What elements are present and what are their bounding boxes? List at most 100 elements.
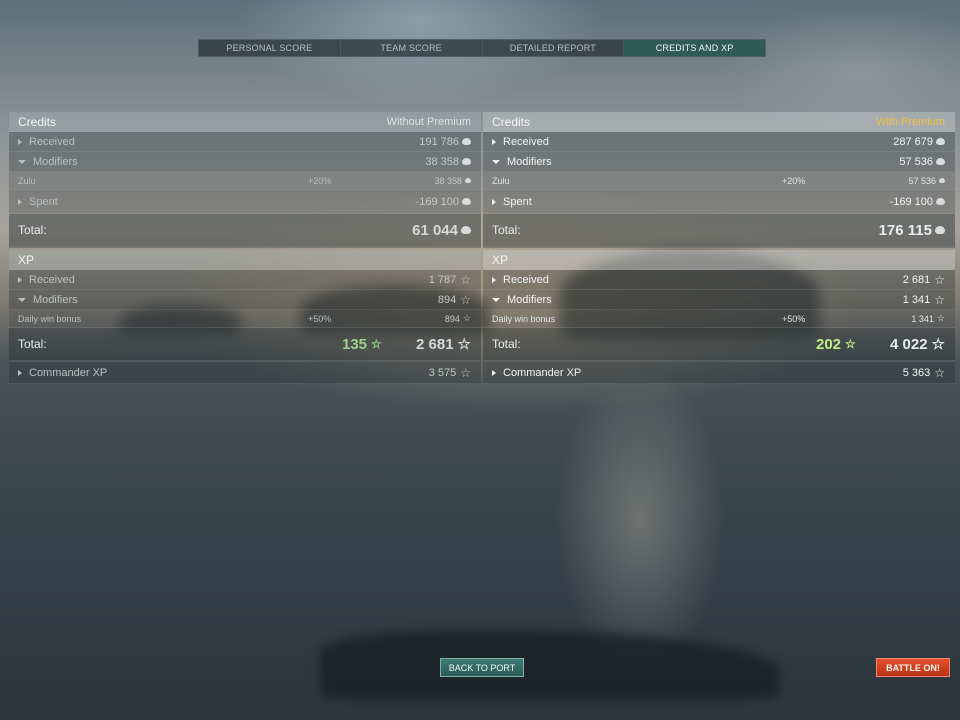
arrow-right-icon: [18, 369, 22, 376]
star-icon: ☆: [460, 365, 471, 380]
star-icon: ☆: [936, 313, 945, 323]
xp-received-value: 2 681: [902, 273, 931, 286]
received-label: Received: [29, 135, 75, 148]
arrow-right-icon: [18, 276, 22, 283]
xp-modifier-detail-row: Daily win bonus +50% 1 341 ☆: [483, 310, 955, 328]
xp-received-row[interactable]: Received 2 681 ☆: [483, 270, 955, 290]
commander-xp-row[interactable]: Commander XP 3 575 ☆: [9, 362, 481, 384]
modifier-detail-value: 1 341: [911, 313, 934, 324]
premium-mode-label: Without Premium: [386, 115, 471, 128]
credits-total-row: Total: 61 044: [9, 214, 481, 248]
spent-label: Spent: [29, 195, 58, 208]
xp-modifiers-value: 1 341: [902, 293, 931, 306]
modifier-detail-value: 38 358: [434, 175, 462, 186]
credits-received-row[interactable]: Received 191 786: [9, 132, 481, 152]
tab-personal-score[interactable]: PERSONAL SCORE: [199, 40, 341, 56]
credits-modifiers-row[interactable]: Modifiers 57 536: [483, 152, 955, 172]
credit-icon: [936, 198, 945, 205]
xp-modifiers-row[interactable]: Modifiers 894 ☆: [9, 290, 481, 310]
credits-spent-value: -169 100: [889, 195, 933, 208]
xp-header: XP: [483, 250, 955, 270]
commander-xp-value: 5 363: [902, 366, 931, 379]
tab-team-score[interactable]: TEAM SCORE: [341, 40, 483, 56]
arrow-right-icon: [18, 198, 22, 205]
xp-total-row: Total: 202 ☆ 4 022 ☆: [483, 328, 955, 362]
xp-title: XP: [492, 252, 509, 267]
modifier-percent: +50%: [308, 313, 332, 324]
credits-modifiers-value: 38 358: [425, 155, 459, 168]
modifier-source-label: Daily win bonus: [18, 313, 82, 324]
xp-total-row: Total: 135 ☆ 2 681 ☆: [9, 328, 481, 362]
star-icon: ☆: [457, 335, 471, 353]
arrow-right-icon: [18, 138, 22, 145]
credit-icon: [936, 158, 945, 165]
credits-header: Credits With Premium: [483, 112, 955, 132]
credits-title: Credits: [492, 114, 531, 129]
ship-silhouette: [320, 630, 780, 700]
credits-header: Credits Without Premium: [9, 112, 481, 132]
modifier-detail-value: 894: [444, 313, 460, 324]
received-label: Received: [503, 273, 549, 286]
star-icon: ☆: [934, 365, 945, 380]
credits-received-value: 191 786: [419, 135, 459, 148]
star-icon: ☆: [460, 292, 471, 307]
modifier-percent: +20%: [308, 175, 332, 186]
modifier-percent: +50%: [782, 313, 806, 324]
commander-xp-label: Commander XP: [503, 366, 582, 379]
star-icon: ☆: [371, 337, 382, 351]
credits-received-row[interactable]: Received 287 679: [483, 132, 955, 152]
credits-received-value: 287 679: [893, 135, 933, 148]
modifier-source-label: Zulu: [18, 175, 36, 186]
credit-icon: [465, 178, 471, 183]
xp-total-value: 2 681: [416, 335, 454, 353]
modifiers-label: Modifiers: [507, 155, 552, 168]
credits-spent-row[interactable]: Spent -169 100: [483, 190, 955, 214]
modifier-percent: +20%: [782, 175, 806, 186]
xp-modifiers-row[interactable]: Modifiers 1 341 ☆: [483, 290, 955, 310]
credits-spent-row[interactable]: Spent -169 100: [9, 190, 481, 214]
credits-modifier-detail-row: Zulu +20% 38 358: [9, 172, 481, 190]
commander-xp-value: 3 575: [428, 366, 457, 379]
credit-icon: [462, 198, 471, 205]
arrow-down-icon: [492, 159, 500, 164]
modifiers-label: Modifiers: [33, 293, 78, 306]
xp-modifiers-value: 894: [437, 293, 457, 306]
credits-modifiers-value: 57 536: [899, 155, 933, 168]
star-icon: ☆: [934, 272, 945, 287]
star-icon: ☆: [460, 272, 471, 287]
arrow-down-icon: [492, 297, 500, 302]
xp-title: XP: [18, 252, 35, 267]
xp-received-row[interactable]: Received 1 787 ☆: [9, 270, 481, 290]
credit-icon: [935, 226, 945, 234]
credit-icon: [462, 138, 471, 145]
arrow-right-icon: [492, 276, 496, 283]
star-icon: ☆: [934, 292, 945, 307]
xp-bonus-value: 135: [342, 335, 368, 353]
credit-icon: [936, 138, 945, 145]
tab-credits-and-xp[interactable]: CREDITS AND XP: [624, 40, 765, 56]
credits-modifiers-row[interactable]: Modifiers 38 358: [9, 152, 481, 172]
with-premium-panel: Credits With Premium Received 287 679 Mo…: [483, 112, 955, 384]
xp-header: XP: [9, 250, 481, 270]
modifiers-label: Modifiers: [33, 155, 78, 168]
arrow-right-icon: [492, 198, 496, 205]
star-icon: ☆: [931, 335, 945, 353]
credits-spent-value: -169 100: [415, 195, 459, 208]
star-icon: ☆: [845, 337, 856, 351]
results-tabs: PERSONAL SCORE TEAM SCORE DETAILED REPOR…: [198, 39, 766, 57]
total-label: Total:: [492, 223, 521, 237]
commander-xp-row[interactable]: Commander XP 5 363 ☆: [483, 362, 955, 384]
received-label: Received: [29, 273, 75, 286]
battle-on-button[interactable]: BATTLE ON!: [876, 658, 950, 677]
tab-detailed-report[interactable]: DETAILED REPORT: [483, 40, 625, 56]
without-premium-panel: Credits Without Premium Received 191 786…: [9, 112, 481, 384]
xp-total-value: 4 022: [890, 335, 928, 353]
star-icon: ☆: [462, 313, 471, 323]
arrow-right-icon: [492, 369, 496, 376]
xp-bonus-value: 202: [816, 335, 842, 353]
credit-icon: [462, 158, 471, 165]
premium-mode-label: With Premium: [875, 115, 945, 128]
xp-modifier-detail-row: Daily win bonus +50% 894 ☆: [9, 310, 481, 328]
back-to-port-button[interactable]: BACK TO PORT: [440, 658, 524, 677]
arrow-right-icon: [492, 138, 496, 145]
